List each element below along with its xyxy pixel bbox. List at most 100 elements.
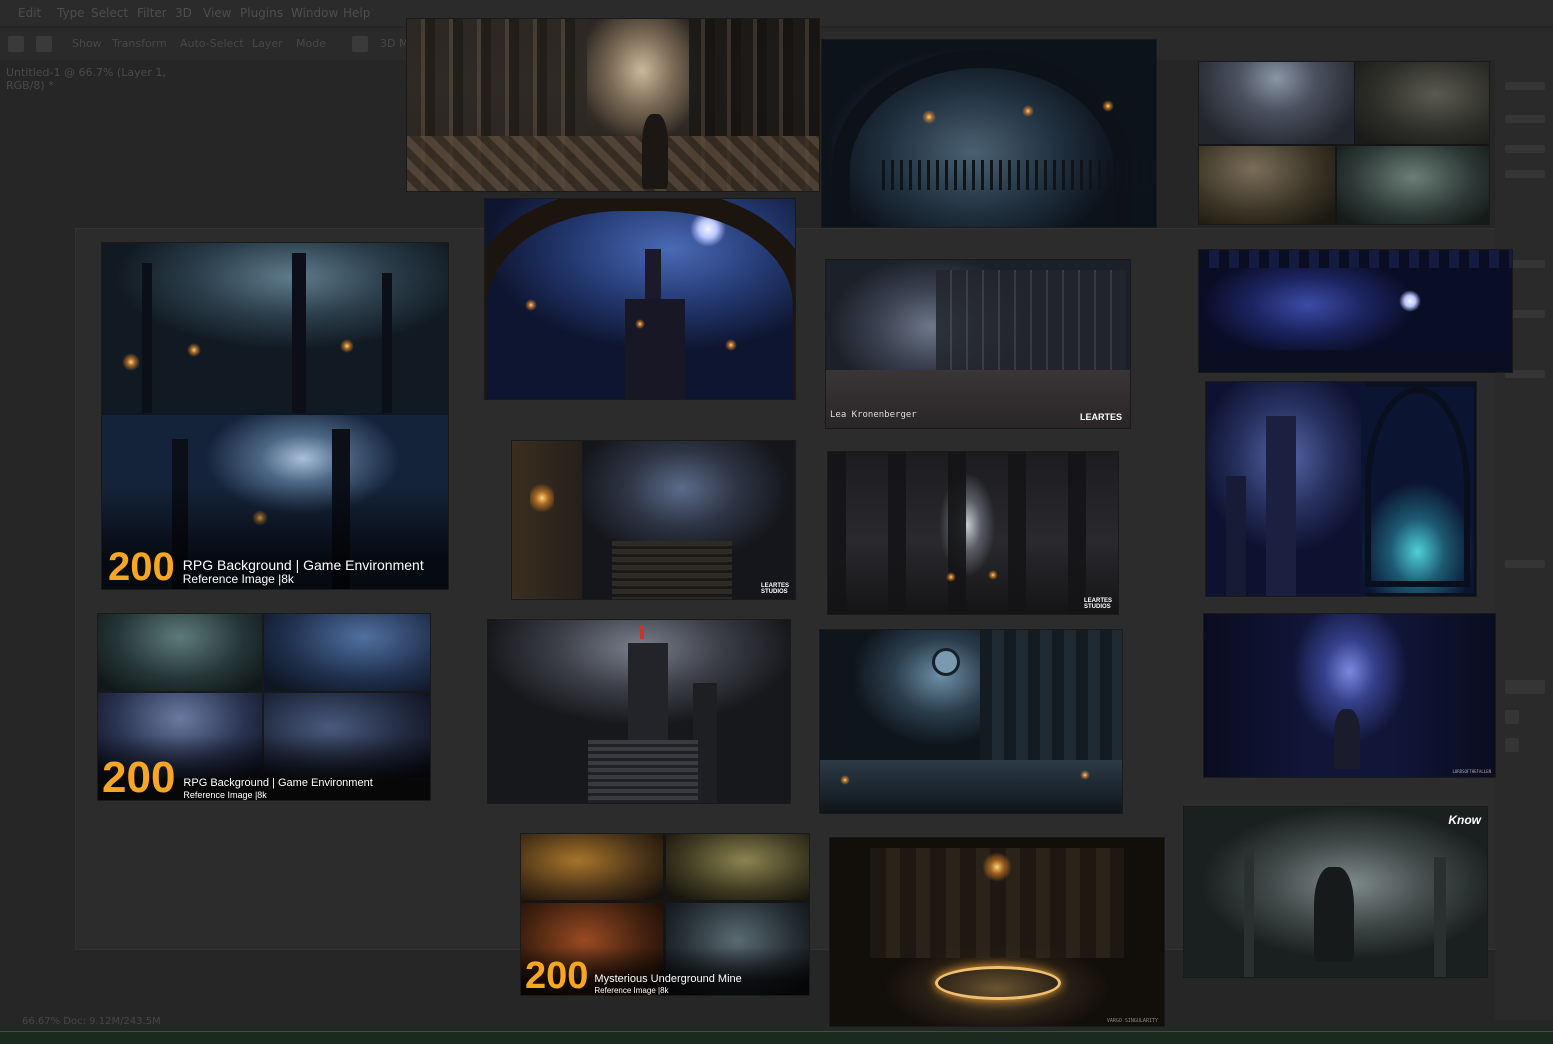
leartes-studios-logo: LEARTES STUDIOS xyxy=(1083,598,1112,610)
toolbar-mode[interactable]: Mode xyxy=(296,37,326,50)
ref-hollow-cavern-blue[interactable] xyxy=(1199,250,1512,372)
cavern-floor xyxy=(1199,350,1512,372)
promo-text: Mysterious Underground Mine Reference Im… xyxy=(594,973,741,995)
move-tool-icon[interactable] xyxy=(8,36,24,52)
promo-caption: 200 Mysterious Underground Mine Referenc… xyxy=(525,957,742,995)
menu-type[interactable]: Type xyxy=(57,6,85,20)
menu-view[interactable]: View xyxy=(203,6,231,20)
promo-caption: 200 RPG Background | Game Environment Re… xyxy=(108,547,424,587)
menu-filter[interactable]: Filter xyxy=(137,6,167,20)
promo-text: RPG Background | Game Environment Refere… xyxy=(183,777,372,800)
leartes-logo: LEARTES xyxy=(1079,412,1122,422)
collage-tile xyxy=(1199,146,1335,224)
collage-tile xyxy=(1337,146,1489,224)
panel-row xyxy=(1505,560,1545,568)
document-tab[interactable]: Untitled-1 @ 66.7% (Layer 1, RGB/8) * xyxy=(0,62,200,92)
collage-tile xyxy=(521,834,663,900)
candle-glow xyxy=(840,775,850,785)
light-orb xyxy=(1399,290,1421,312)
menu-edit[interactable]: Edit xyxy=(18,6,41,20)
ref-cathedral-interior[interactable]: LEARTES STUDIOS xyxy=(828,452,1118,614)
ruined-spire xyxy=(1244,847,1254,977)
arch xyxy=(832,50,1132,227)
candle-glow xyxy=(988,570,998,580)
castle-left xyxy=(1206,382,1366,596)
chandelier-glow xyxy=(982,852,1012,882)
menu-select[interactable]: Select xyxy=(91,6,128,20)
menu-window[interactable]: Window xyxy=(291,6,338,20)
promo-title: RPG Background | Game Environment xyxy=(183,777,373,790)
right-panel xyxy=(1495,60,1553,1020)
ruined-spire xyxy=(1434,857,1446,977)
promo-count: 200 xyxy=(102,753,176,800)
panel-icon[interactable] xyxy=(1505,710,1519,724)
promo-title: RPG Background | Game Environment xyxy=(182,557,424,574)
lamp-glow xyxy=(1022,105,1034,117)
collage-tile xyxy=(1355,62,1489,144)
pen-icon[interactable] xyxy=(352,36,368,52)
window-glow xyxy=(635,319,645,329)
toolbar-layer[interactable]: Layer xyxy=(252,37,283,50)
ref-foggy-swamp-knight[interactable]: Know xyxy=(1184,807,1487,977)
knight-figure xyxy=(1334,709,1360,769)
knight-figure xyxy=(1314,867,1354,962)
panel-swatch[interactable] xyxy=(1505,680,1545,694)
rose-window xyxy=(932,648,960,676)
toolbar-show[interactable]: Show xyxy=(72,37,102,50)
menu-plugins[interactable]: Plugins xyxy=(240,6,283,20)
ref-gothic-library-hall[interactable] xyxy=(407,19,819,191)
know-logo: Know xyxy=(1448,813,1481,827)
panel-row xyxy=(1505,145,1545,153)
panel-row xyxy=(1505,115,1545,123)
panel-row xyxy=(1505,170,1545,178)
ref-library-ruins[interactable]: Lea Kronenberger LEARTES xyxy=(826,260,1130,428)
small-credit: LORDSOFTHEFALLEN xyxy=(1452,769,1491,774)
lamp-glow xyxy=(922,110,936,124)
collage-tile xyxy=(666,834,809,900)
panel-row xyxy=(1505,82,1545,90)
ref-dark-forest-promo[interactable]: 200 RPG Background | Game Environment Re… xyxy=(102,243,448,589)
castle-right xyxy=(1361,387,1474,593)
ref-stormy-cathedral[interactable] xyxy=(488,620,790,803)
ref-gothic-street[interactable]: LEARTES STUDIOS xyxy=(512,441,795,599)
ref-ruins-collage[interactable] xyxy=(1199,62,1489,224)
stairs xyxy=(612,541,732,599)
ref-gothic-collage-promo[interactable]: 200 RPG Background | Game Environment Re… xyxy=(98,614,430,800)
collage-tile xyxy=(1199,62,1354,144)
collage-tile xyxy=(98,614,262,691)
toolbar-autoselect[interactable]: Auto-Select xyxy=(180,37,244,50)
menu-3d[interactable]: 3D xyxy=(175,6,192,20)
toolbar-transform[interactable]: Transform xyxy=(112,37,167,50)
ref-ritual-hall[interactable]: VARGO SINGULARITY xyxy=(830,838,1164,1026)
promo-subtitle: Reference Image |8k xyxy=(182,572,294,587)
artist-credit: Lea Kronenberger xyxy=(830,410,917,420)
promo-subtitle: Reference Image |8k xyxy=(594,985,669,995)
candle-glow xyxy=(1080,770,1090,780)
water-floor xyxy=(820,760,1122,813)
pillars xyxy=(828,452,1118,614)
promo-count: 200 xyxy=(525,955,589,995)
promo-subtitle: Reference Image |8k xyxy=(183,789,267,800)
forest-top xyxy=(102,243,448,413)
checkbox-icon[interactable] xyxy=(36,36,52,52)
promo-title: Mysterious Underground Mine xyxy=(594,973,742,986)
cavern-ceiling xyxy=(1199,250,1512,268)
window-glow xyxy=(530,481,554,515)
ref-blue-castle-pair[interactable] xyxy=(1206,382,1476,596)
ref-arched-bridge-night[interactable] xyxy=(822,40,1156,227)
promo-caption: 200 RPG Background | Game Environment Re… xyxy=(102,756,373,800)
ref-cathedral-nave-night[interactable] xyxy=(820,630,1122,813)
lamp-glow xyxy=(1102,100,1114,112)
panel-icon[interactable] xyxy=(1505,738,1519,752)
ref-moonlit-castle[interactable] xyxy=(485,199,795,399)
railing xyxy=(882,160,1156,190)
vargo-credit: VARGO SINGULARITY xyxy=(1106,1018,1158,1024)
promo-count: 200 xyxy=(108,545,175,589)
ref-underground-mine-promo[interactable]: 200 Mysterious Underground Mine Referenc… xyxy=(521,834,809,995)
leartes-studios-logo: LEARTES STUDIOS xyxy=(760,583,789,595)
shelves xyxy=(936,270,1126,380)
floor xyxy=(407,136,819,191)
candle-glow xyxy=(946,572,956,582)
ref-blue-corridor-knight[interactable]: LORDSOFTHEFALLEN xyxy=(1204,614,1495,777)
menu-help[interactable]: Help xyxy=(343,6,370,20)
